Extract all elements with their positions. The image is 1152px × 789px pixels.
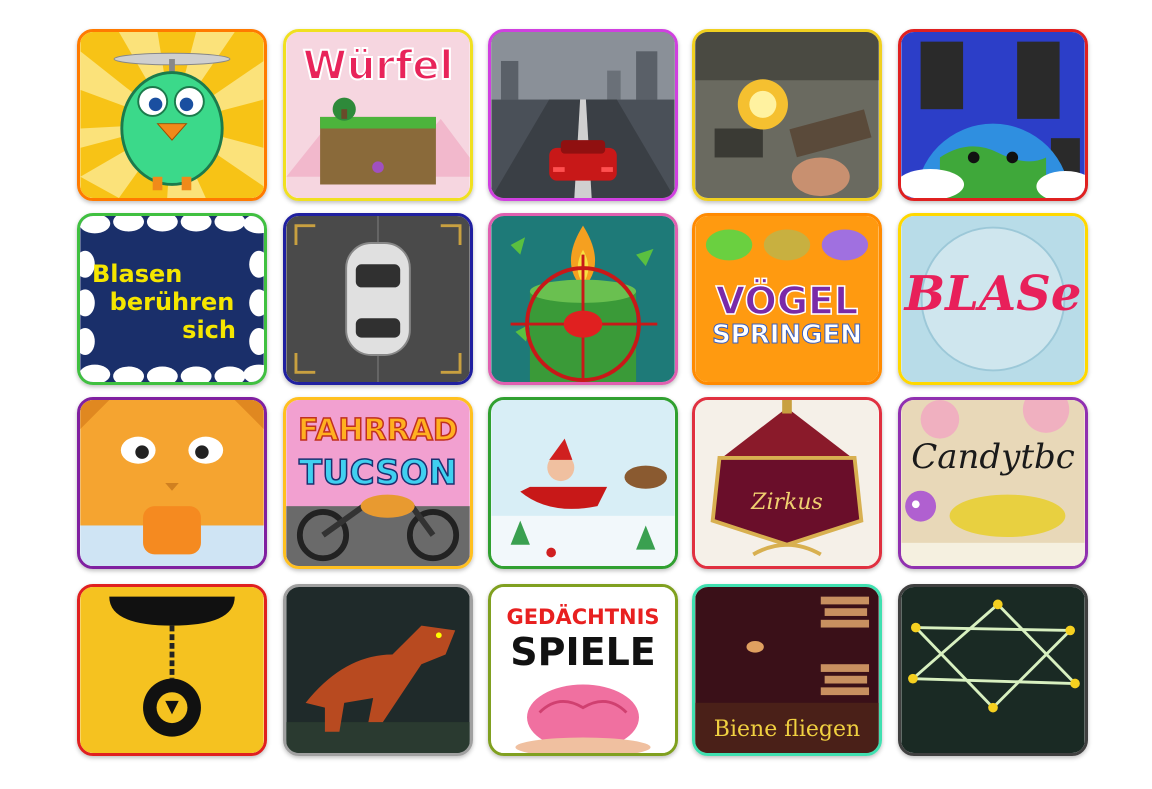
planet-thumbnail [901,32,1085,198]
candytbc-title: Candytbc [911,437,1075,477]
car-road-thumbnail [491,32,675,198]
game-tile-car-top[interactable] [283,213,473,385]
game-grid: Würfel Blasen berühren sich VÖGEL SPRING… [0,0,1152,789]
game-tile-blasen[interactable]: Blasen berühren sich [77,213,267,385]
game-tile-santa[interactable] [488,397,678,569]
voegel-title-line-2: SPRINGEN [711,320,863,350]
game-tile-blase[interactable]: BLASe [898,213,1088,385]
game-tile-candle-target[interactable] [488,213,678,385]
game-tile-star[interactable] [898,584,1088,756]
shooter-thumbnail [695,32,879,198]
gear-thumbnail [80,587,264,753]
voegel-title-line-1: VÖGEL [715,279,859,323]
star-thumbnail [901,587,1085,753]
candle-target-thumbnail [491,216,675,382]
fahrrad-title-line-2: TUCSON [298,453,458,493]
gedaechtnis-title-line-1: GEDÄCHTNIS [506,605,660,629]
game-tile-wurfel[interactable]: Würfel [283,29,473,201]
fahrrad-title-line-1: FAHRRAD [297,413,458,448]
game-tile-bird-helicopter[interactable] [77,29,267,201]
game-tile-cat[interactable] [77,397,267,569]
dino-thumbnail [286,587,470,753]
candytbc-thumbnail [901,400,1085,566]
game-tile-voegel[interactable]: VÖGEL SPRINGEN [692,213,882,385]
game-tile-car-road[interactable] [488,29,678,201]
blasen-title-line-2: berühren [109,288,235,316]
game-tile-planet[interactable] [898,29,1088,201]
biene-title: Biene fliegen [713,717,861,742]
game-tile-shooter[interactable] [692,29,882,201]
santa-thumbnail [491,400,675,566]
car-top-thumbnail [286,216,470,382]
zirkus-thumbnail [695,400,879,566]
game-tile-gear[interactable] [77,584,267,756]
bird-helicopter-thumbnail [80,32,264,198]
game-tile-biene[interactable]: Biene fliegen [692,584,882,756]
game-tile-zirkus[interactable]: Zirkus [692,397,882,569]
blasen-title-line-3: sich [182,316,236,344]
game-tile-dino[interactable] [283,584,473,756]
gedaechtnis-title-line-2: SPIELE [510,630,656,674]
zirkus-title: Zirkus [751,490,823,515]
game-tile-fahrrad[interactable]: FAHRRAD TUCSON [283,397,473,569]
blase-title: BLASe [904,266,1082,322]
blasen-title-line-1: Blasen [92,260,183,288]
wurfel-title: Würfel [302,43,455,89]
cat-thumbnail [80,400,264,566]
game-tile-gedaechtnis[interactable]: GEDÄCHTNIS SPIELE [488,584,678,756]
game-tile-candytbc[interactable]: Candytbc [898,397,1088,569]
